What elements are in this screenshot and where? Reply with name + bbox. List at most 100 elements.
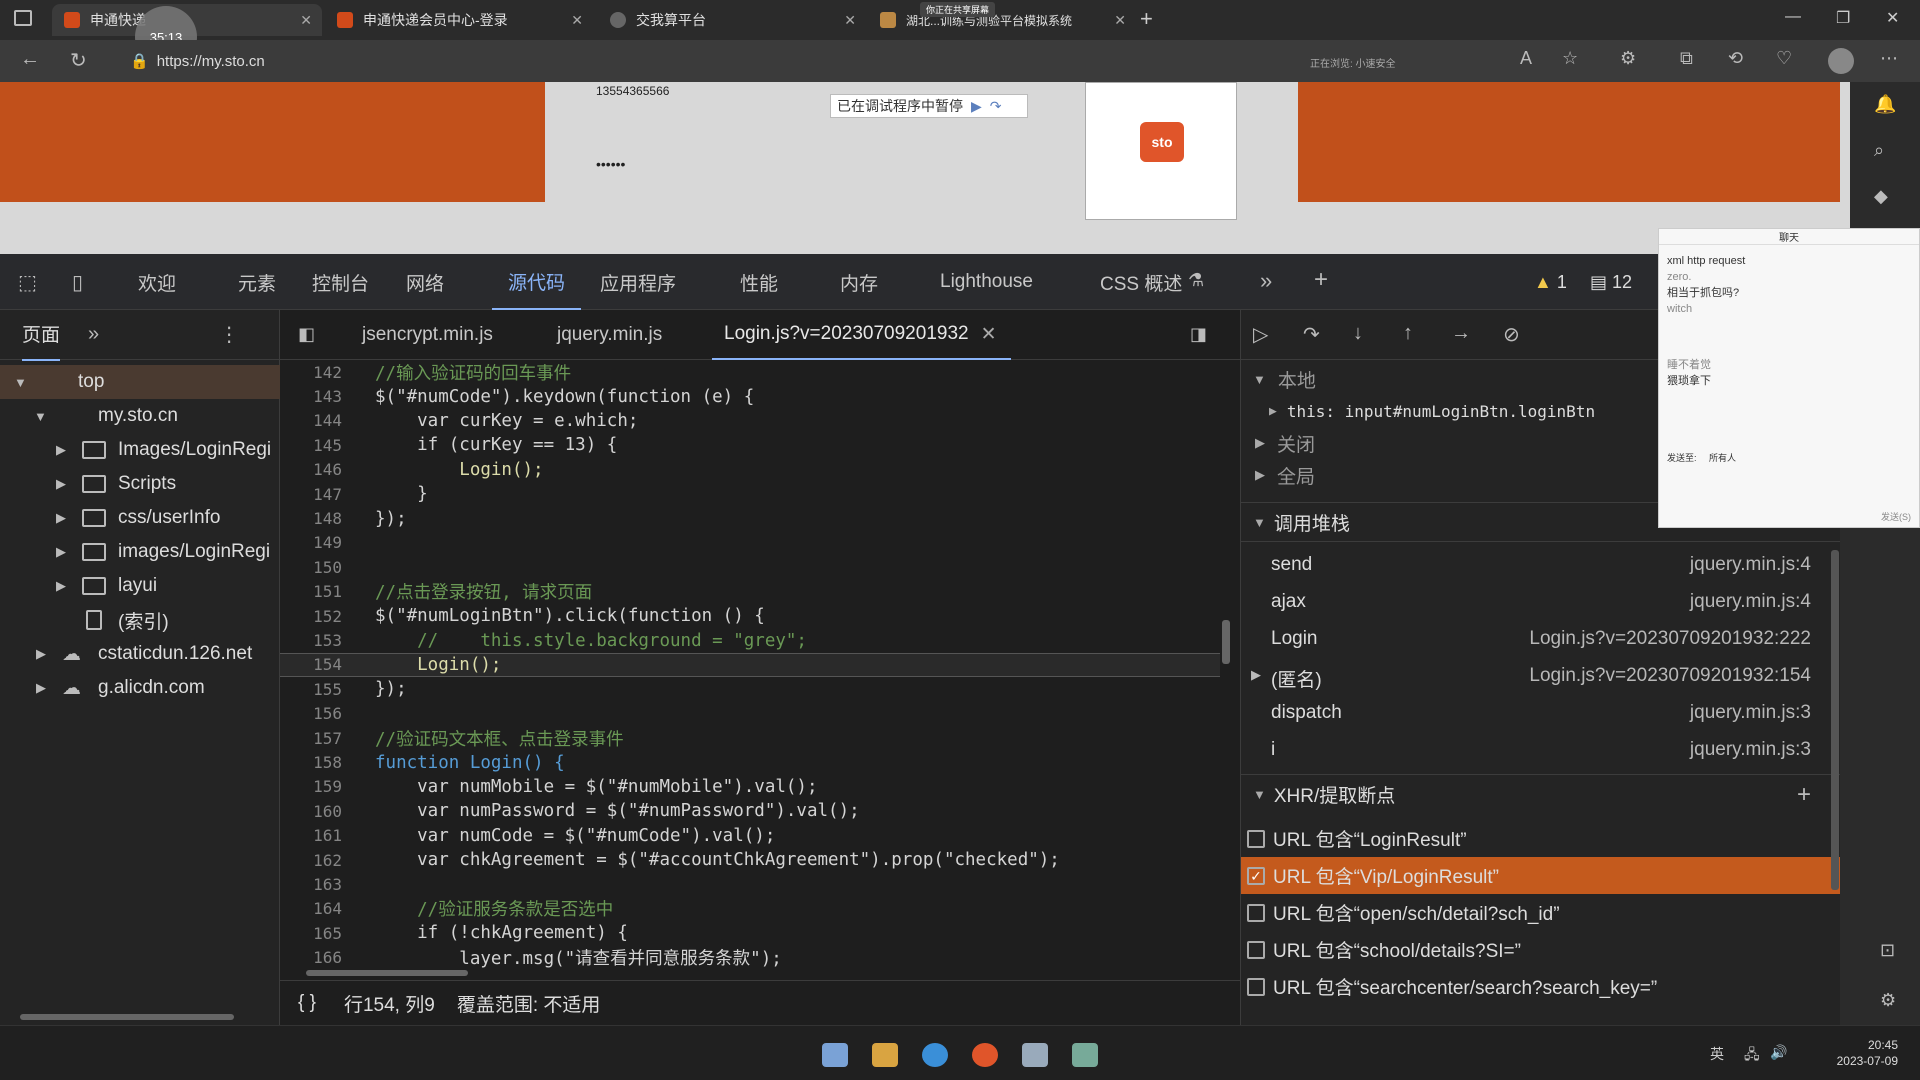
- tree-item-my-sto[interactable]: ▼ my.sto.cn: [0, 399, 280, 433]
- checkbox[interactable]: [1247, 903, 1265, 922]
- edge-browser-icon[interactable]: [922, 1043, 948, 1067]
- extensions-icon[interactable]: ⚙: [1620, 48, 1636, 69]
- collections-icon[interactable]: ⧉: [1680, 48, 1693, 69]
- step-over-icon[interactable]: ↷: [1303, 322, 1320, 347]
- tree-item-folder[interactable]: ▶ layui: [0, 569, 280, 603]
- collapse-arrow-icon[interactable]: ▶: [56, 476, 66, 492]
- checkbox[interactable]: [1247, 829, 1265, 848]
- tab-css-overview[interactable]: CSS 概述: [1100, 254, 1182, 310]
- settings-gear-icon[interactable]: ⚙: [1880, 990, 1896, 1011]
- collapse-arrow-icon[interactable]: ▶: [36, 680, 46, 696]
- xhr-breakpoint[interactable]: URL 包含“school/details?SI=”: [1241, 931, 1841, 968]
- step-into-icon[interactable]: ↓: [1353, 322, 1363, 345]
- tab-page[interactable]: 页面: [22, 308, 61, 361]
- notification-icon[interactable]: 🔔: [1874, 94, 1896, 115]
- send-target-select[interactable]: 所有人: [1709, 453, 1736, 463]
- performance-icon[interactable]: ♡: [1776, 48, 1792, 69]
- tab-memory[interactable]: 内存: [840, 254, 878, 310]
- tree-item-top[interactable]: ▼ top: [0, 365, 280, 399]
- close-window-icon[interactable]: ✕: [1886, 8, 1899, 28]
- code-area[interactable]: 142//输入验证码的回车事件 143 $("#numCode").keydown…: [280, 360, 1220, 980]
- browser-tab-2[interactable]: 交我算平台 ✕: [598, 4, 866, 36]
- tree-item-domain[interactable]: ▶ ☁ g.alicdn.com: [0, 671, 280, 705]
- xhr-breakpoint[interactable]: URL 包含“LoginResult”: [1241, 820, 1841, 857]
- pretty-print-button[interactable]: { }: [298, 992, 316, 1014]
- app-icon[interactable]: [1022, 1043, 1048, 1067]
- expand-arrow-icon[interactable]: ▼: [14, 375, 27, 390]
- checkbox-checked[interactable]: ✓: [1247, 866, 1265, 885]
- inspect-icon[interactable]: ⬚: [18, 270, 37, 295]
- call-frame[interactable]: ajax jquery.min.js:4: [1241, 583, 1841, 620]
- phone-field-value[interactable]: 13554365566: [596, 84, 669, 98]
- tree-item-domain[interactable]: ▶ ☁ cstaticdun.126.net: [0, 637, 280, 671]
- tab-performance[interactable]: 性能: [740, 254, 778, 310]
- ime-indicator[interactable]: 英: [1710, 1044, 1724, 1064]
- tag-icon[interactable]: ◆: [1874, 186, 1888, 207]
- close-icon[interactable]: ✕: [571, 12, 583, 29]
- file-tab-login[interactable]: Login.js?v=20230709201932 ✕: [712, 310, 1011, 360]
- volume-icon[interactable]: 🔊: [1770, 1044, 1787, 1061]
- collapse-arrow-icon[interactable]: ▶: [1269, 404, 1277, 419]
- tab-welcome[interactable]: 欢迎: [138, 254, 176, 310]
- call-frame[interactable]: i jquery.min.js:3: [1241, 731, 1841, 768]
- xhr-header[interactable]: ▼ XHR/提取断点 +: [1241, 774, 1841, 814]
- read-aloud-icon[interactable]: A: [1520, 48, 1532, 69]
- call-frame[interactable]: dispatch jquery.min.js:3: [1241, 694, 1841, 731]
- expand-arrow-icon[interactable]: ▼: [34, 409, 47, 424]
- collapse-arrow-icon[interactable]: ▶: [1255, 467, 1265, 483]
- checkbox[interactable]: [1247, 977, 1265, 996]
- tree-item-folder[interactable]: ▶ Scripts: [0, 467, 280, 501]
- tree-item-file[interactable]: (索引): [0, 603, 280, 637]
- call-frame[interactable]: ▶ (匿名) Login.js?v=20230709201932:154: [1241, 657, 1841, 694]
- maximize-icon[interactable]: ❐: [1836, 8, 1850, 28]
- recording-app-icon[interactable]: [972, 1043, 998, 1067]
- tab-lighthouse[interactable]: Lighthouse: [940, 254, 1033, 310]
- tab-actions-icon[interactable]: [14, 10, 32, 26]
- collapse-arrow-icon[interactable]: ▶: [56, 578, 66, 594]
- history-icon[interactable]: ⟲: [1728, 48, 1743, 69]
- close-icon[interactable]: ✕: [300, 12, 312, 29]
- minimize-icon[interactable]: —: [1785, 8, 1801, 26]
- tree-item-folder[interactable]: ▶ css/userInfo: [0, 501, 280, 535]
- search-icon[interactable]: ⌕: [1874, 140, 1884, 161]
- refresh-icon[interactable]: ↻: [70, 48, 87, 73]
- tab-console[interactable]: 控制台: [312, 254, 369, 310]
- collapse-arrow-icon[interactable]: ▶: [56, 510, 66, 526]
- back-icon[interactable]: ←: [20, 48, 40, 71]
- url-field[interactable]: 🔒 https://my.sto.cn: [130, 46, 1310, 76]
- browser-tab-3[interactable]: 湖北...训练与测验平台模拟系统 ✕: [868, 4, 1136, 36]
- file-tab-jsencrypt[interactable]: jsencrypt.min.js: [362, 310, 493, 360]
- more-menu-icon[interactable]: ⋯: [1880, 48, 1898, 69]
- xhr-breakpoint[interactable]: URL 包含“searchcenter/search?search_key=”: [1241, 968, 1841, 1005]
- new-tab-button[interactable]: +: [1140, 6, 1153, 32]
- messages-badge[interactable]: ▤ 12: [1590, 272, 1632, 293]
- file-tab-jquery[interactable]: jquery.min.js: [557, 310, 662, 360]
- close-icon[interactable]: ✕: [981, 323, 997, 346]
- more-tabs-icon[interactable]: »: [1260, 268, 1272, 294]
- more-icon[interactable]: »: [88, 323, 99, 346]
- tab-network[interactable]: 网络: [406, 254, 444, 310]
- checkbox[interactable]: [1247, 940, 1265, 959]
- send-to-row[interactable]: 发送至: 所有人: [1667, 451, 1736, 464]
- step-icon[interactable]: →: [1451, 322, 1471, 345]
- xhr-breakpoint[interactable]: URL 包含“open/sch/detail?sch_id”: [1241, 894, 1841, 931]
- password-field-value[interactable]: ••••••: [596, 156, 625, 172]
- close-icon[interactable]: ✕: [844, 12, 856, 29]
- add-tab-icon[interactable]: +: [1314, 266, 1328, 294]
- kebab-menu-icon[interactable]: ⋮: [219, 322, 239, 347]
- favorite-star-icon[interactable]: ☆: [1562, 48, 1578, 69]
- system-clock[interactable]: 20:45 2023-07-09: [1837, 1037, 1898, 1069]
- call-frame[interactable]: send jquery.min.js:4: [1241, 546, 1841, 583]
- expand-arrow-icon[interactable]: ▼: [1253, 787, 1266, 802]
- avatar[interactable]: [1828, 48, 1854, 74]
- tree-item-folder[interactable]: ▶ images/LoginRegi: [0, 535, 280, 569]
- vertical-scrollbar[interactable]: [1222, 620, 1230, 664]
- screenshot-icon[interactable]: ⊡: [1880, 940, 1895, 961]
- tab-elements[interactable]: 元素: [238, 254, 276, 310]
- debugger-scrollbar[interactable]: [1831, 550, 1839, 890]
- app-icon[interactable]: [1072, 1043, 1098, 1067]
- file-explorer-icon[interactable]: [872, 1043, 898, 1067]
- send-button[interactable]: 发送(S): [1881, 510, 1911, 523]
- resume-icon[interactable]: ▷: [1253, 322, 1268, 347]
- expand-arrow-icon[interactable]: ▼: [1253, 515, 1266, 530]
